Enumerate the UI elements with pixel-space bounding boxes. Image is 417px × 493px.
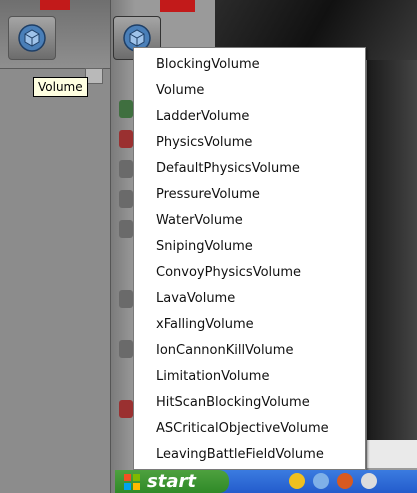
menu-item[interactable]: ASCriticalObjectiveVolume: [134, 416, 365, 442]
menu-item[interactable]: DefaultPhysicsVolume: [134, 156, 365, 182]
menu-item[interactable]: PressureVolume: [134, 182, 365, 208]
menu-item[interactable]: IonCannonKillVolume: [134, 338, 365, 364]
red-swatch-top: [160, 0, 195, 12]
menu-item[interactable]: PhysicsVolume: [134, 130, 365, 156]
cube-icon: [18, 24, 46, 52]
menu-item[interactable]: LeavingBattleFieldVolume: [134, 442, 365, 468]
tool-icon-5[interactable]: [119, 220, 133, 238]
menu-item[interactable]: ConvoyPhysicsVolume: [134, 260, 365, 286]
tray-app-icon[interactable]: [289, 473, 305, 489]
menu-item[interactable]: HitScanBlockingVolume: [134, 390, 365, 416]
start-button[interactable]: start: [115, 470, 229, 493]
tool-icon-4[interactable]: [119, 190, 133, 208]
menu-item[interactable]: xFallingVolume: [134, 312, 365, 338]
left-toolbar: Volume: [0, 0, 110, 493]
tool-icon-6[interactable]: [119, 290, 133, 308]
volume-button-left[interactable]: [8, 16, 56, 60]
volume-context-menu: BlockingVolume Volume LadderVolume Physi…: [133, 47, 366, 470]
small-toolbar-button[interactable]: [85, 68, 103, 84]
viewport-panel: [367, 440, 417, 468]
start-label: start: [147, 471, 196, 492]
menu-item[interactable]: SnipingVolume: [134, 234, 365, 260]
menu-item[interactable]: BlockingVolume: [134, 52, 365, 78]
3d-viewport-edge[interactable]: [367, 60, 417, 440]
tool-icon-2[interactable]: [119, 130, 133, 148]
menu-item[interactable]: LimitationVolume: [134, 364, 365, 390]
taskbar: start: [115, 470, 417, 493]
tool-icon-7[interactable]: [119, 340, 133, 358]
tool-icon-1[interactable]: [119, 100, 133, 118]
menu-item[interactable]: LavaVolume: [134, 286, 365, 312]
menu-item[interactable]: LadderVolume: [134, 104, 365, 130]
tray-extra-icon[interactable]: [361, 473, 377, 489]
tool-icon-3[interactable]: [119, 160, 133, 178]
menu-item[interactable]: WaterVolume: [134, 208, 365, 234]
tray-media-icon[interactable]: [337, 473, 353, 489]
tray-browser-icon[interactable]: [313, 473, 329, 489]
menu-item[interactable]: Volume: [134, 78, 365, 104]
tool-icon-8[interactable]: [119, 400, 133, 418]
volume-tooltip: Volume: [33, 77, 88, 97]
windows-logo-icon: [124, 473, 140, 490]
red-swatch: [40, 0, 70, 10]
